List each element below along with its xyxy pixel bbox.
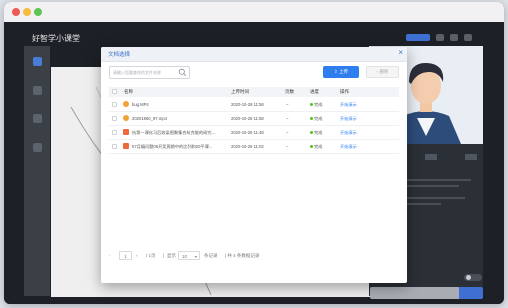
trash-icon: ▫ — [376, 69, 379, 74]
maximize-window-button[interactable] — [34, 8, 42, 16]
file-name: bug.MP4 — [132, 102, 149, 107]
table-header: 名称 上传时间 页数 进度 操作 — [109, 87, 399, 97]
send-button[interactable] — [459, 287, 483, 299]
document-select-dialog: 文档选择 × ⇪ 上传 ▫ 删除 名称 上传时间 页数 进度 操作 bug.MP… — [101, 47, 407, 283]
close-icon[interactable]: × — [398, 48, 403, 57]
message-input[interactable] — [370, 287, 460, 299]
header-primary-button[interactable] — [406, 34, 430, 41]
tool-sidebar — [24, 46, 50, 296]
pen-tool-icon[interactable] — [33, 86, 42, 95]
row-checkbox[interactable] — [112, 130, 117, 135]
search-input[interactable] — [113, 68, 173, 76]
upload-icon: ⇪ — [333, 69, 338, 74]
chevron-down-icon: ▾ — [194, 254, 197, 259]
panel-tab[interactable] — [465, 154, 477, 160]
toggle-switch[interactable] — [464, 274, 482, 281]
window-titlebar — [4, 2, 504, 22]
upload-button[interactable]: ⇪ 上传 — [323, 66, 359, 78]
success-dot-icon — [310, 117, 313, 121]
page-count: – — [286, 102, 289, 107]
status: 完成 — [310, 130, 322, 136]
video-file-icon — [123, 101, 129, 107]
panel-tab[interactable] — [425, 154, 437, 160]
page-size-separator: | — [163, 253, 165, 258]
search-field[interactable] — [109, 66, 190, 79]
file-name: 20201860_97.mp4 — [132, 116, 167, 121]
start-presentation-link[interactable]: 开始演示 — [340, 116, 357, 122]
start-presentation-link[interactable]: 开始演示 — [340, 130, 357, 136]
success-dot-icon — [310, 131, 313, 135]
video-file-icon — [123, 115, 129, 121]
upload-time: 2020-10-28 11:58 — [231, 102, 264, 107]
show-label: 显示 — [167, 253, 176, 258]
start-presentation-link[interactable]: 开始演示 — [340, 144, 357, 150]
start-presentation-link[interactable]: 开始演示 — [340, 102, 357, 108]
success-dot-icon — [310, 145, 313, 149]
prev-page-icon[interactable]: ‹ — [109, 251, 111, 260]
select-tool-icon[interactable] — [33, 57, 42, 66]
file-name: 杭第一课化习后收梁图聚集合杭克能的研究... — [132, 130, 216, 135]
header-icon-button[interactable] — [464, 34, 472, 41]
close-window-button[interactable] — [12, 8, 20, 16]
dialog-header: 文档选择 × — [101, 47, 407, 62]
upload-time: 2020-10-28 11:58 — [231, 116, 264, 121]
page-count: – — [286, 116, 289, 121]
column-header-pages: 页数 — [285, 89, 294, 94]
column-header-time: 上传时间 — [231, 89, 249, 94]
record-summary: | 共 4 条数据记录 — [225, 253, 260, 258]
search-icon[interactable] — [178, 68, 187, 77]
table-row[interactable]: bug.MP4 2020-10-28 11:58 – 完成 开始演示 — [109, 98, 399, 112]
ppt-file-icon — [123, 129, 129, 135]
ppt-file-icon — [123, 143, 129, 149]
minimize-window-button[interactable] — [23, 8, 31, 16]
column-header-action: 操作 — [340, 89, 349, 94]
header-icon-button[interactable] — [436, 34, 444, 41]
page-count: – — [286, 144, 289, 149]
current-page-input[interactable]: 1 — [119, 251, 132, 260]
table-row[interactable]: 07月编问题06开奖周期中的比列和20平课... 2020-10-28 11:0… — [109, 140, 399, 154]
success-dot-icon — [310, 103, 313, 107]
per-page-label: 条记录 — [204, 253, 218, 258]
pagination: ‹ 1 › / 1页 | 显示 10 ▾ 条记录 | 共 4 条数据记录 — [109, 251, 309, 261]
next-page-icon[interactable]: › — [136, 251, 138, 260]
table-row[interactable]: 杭第一课化习后收梁图聚集合杭克能的研究... 2020-10-28 11:48 … — [109, 126, 399, 140]
header-icon-button[interactable] — [450, 34, 458, 41]
page-size-select[interactable]: 10 ▾ — [178, 251, 200, 260]
upload-time: 2020-10-28 11:02 — [231, 144, 264, 149]
total-pages: / 1页 — [146, 253, 156, 258]
table-row[interactable]: 20201860_97.mp4 2020-10-28 11:58 – 完成 开始… — [109, 112, 399, 126]
text-tool-icon[interactable] — [33, 143, 42, 152]
column-header-name: 名称 — [124, 89, 133, 94]
status: 完成 — [310, 102, 322, 108]
status: 完成 — [310, 116, 322, 122]
row-checkbox[interactable] — [112, 144, 117, 149]
row-checkbox[interactable] — [112, 102, 117, 107]
app-title: 好智学小课堂 — [32, 34, 80, 43]
file-name: 07月编问题06开奖周期中的比列和20平课... — [132, 144, 213, 149]
delete-button[interactable]: ▫ 删除 — [366, 66, 399, 78]
upload-time: 2020-10-28 11:48 — [231, 130, 264, 135]
row-checkbox[interactable] — [112, 116, 117, 121]
select-all-checkbox[interactable] — [112, 89, 117, 94]
shape-tool-icon[interactable] — [33, 114, 42, 123]
page-count: – — [286, 130, 289, 135]
status: 完成 — [310, 144, 322, 150]
column-header-status: 进度 — [310, 89, 319, 94]
dialog-title: 文档选择 — [108, 52, 131, 58]
